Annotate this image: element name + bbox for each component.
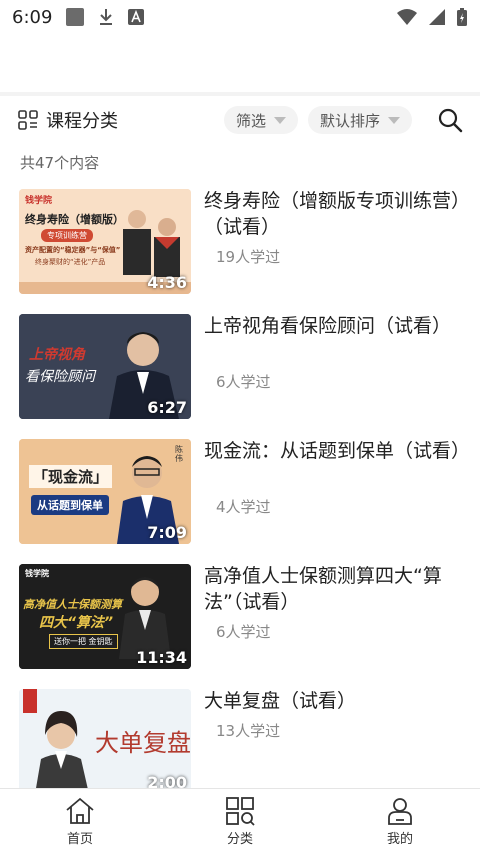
category-toggle[interactable]: 课程分类 bbox=[18, 107, 118, 133]
status-bar: 6:09 bbox=[0, 0, 480, 34]
duration-badge: 7:09 bbox=[147, 523, 187, 542]
thumb-subtitle: 从话题到保单 bbox=[31, 495, 109, 515]
home-icon bbox=[66, 797, 94, 824]
a-icon bbox=[128, 9, 145, 25]
brand-logo: 钱学院 bbox=[25, 569, 49, 578]
list-item[interactable]: 钱学院 高净值人士保额测算 四大“算法” 送你一把 金钥匙 11:34 高净值人… bbox=[0, 561, 480, 686]
result-count: 共47个内容 bbox=[20, 154, 100, 172]
notification-square-icon bbox=[66, 8, 85, 26]
sort-dropdown[interactable]: 默认排序 bbox=[308, 106, 413, 134]
learner-count: 19人学过 bbox=[216, 248, 281, 266]
thumb-tag: 专项训练营 bbox=[41, 229, 93, 242]
duration-badge: 4:36 bbox=[147, 273, 187, 292]
nav-home[interactable]: 首页 bbox=[0, 789, 160, 854]
course-thumbnail: 上帝视角 看保险顾问 6:27 bbox=[19, 314, 191, 419]
course-title[interactable]: 高净值人士保额测算四大“算法”（试看） bbox=[204, 563, 466, 615]
clock: 6:09 bbox=[12, 6, 53, 28]
nav-category[interactable]: 分类 bbox=[160, 789, 320, 854]
thumb-subtitle: 看保险顾问 bbox=[25, 369, 95, 385]
thumb-text: 资产配置的“稳定器”与“保值” bbox=[25, 246, 121, 254]
brand-logo: 钱学院 bbox=[25, 196, 53, 206]
download-icon bbox=[100, 9, 113, 25]
chevron-down-icon bbox=[274, 116, 287, 124]
bottom-nav: 首页 分类 我的 bbox=[0, 788, 480, 854]
learner-count: 6人学过 bbox=[216, 623, 271, 641]
course-list: 钱学院 终身寿险（增额版） 专项训练营 资产配置的“稳定器”与“保值” 终身聚财… bbox=[0, 186, 480, 811]
signal-icon bbox=[429, 9, 445, 25]
course-title[interactable]: 现金流：从话题到保单（试看） bbox=[204, 438, 470, 464]
wifi-icon bbox=[397, 9, 417, 25]
user-icon bbox=[388, 798, 412, 825]
nav-mine-label: 我的 bbox=[386, 832, 413, 847]
thumb-text: 终身聚财的“进化”产品 bbox=[35, 258, 106, 266]
learner-count: 4人学过 bbox=[216, 498, 271, 516]
nav-mine[interactable]: 我的 bbox=[320, 789, 480, 854]
nav-home-label: 首页 bbox=[66, 832, 93, 847]
course-title[interactable]: 大单复盘（试看） bbox=[204, 688, 466, 714]
sort-label: 默认排序 bbox=[320, 111, 381, 130]
duration-badge: 11:34 bbox=[136, 648, 187, 667]
thumb-subtitle: 四大“算法” bbox=[39, 615, 114, 631]
nav-category-label: 分类 bbox=[226, 832, 253, 847]
divider bbox=[0, 92, 480, 96]
thumb-title: 高净值人士保额测算 bbox=[23, 598, 122, 611]
header-blank-area bbox=[0, 34, 480, 94]
course-thumbnail: 钱学院 高净值人士保额测算 四大“算法” 送你一把 金钥匙 11:34 bbox=[19, 564, 191, 669]
thumb-tag: 送你一把 金钥匙 bbox=[49, 634, 118, 649]
thumb-title: 上帝视角 bbox=[29, 347, 85, 363]
thumb-title: 终身寿险（增额版） bbox=[25, 213, 124, 226]
list-item[interactable]: 「现金流」 从话题到保单 陈伟 7:09 现金流：从话题到保单（试看） 4人学过 bbox=[0, 436, 480, 561]
course-thumbnail: 「现金流」 从话题到保单 陈伟 7:09 bbox=[19, 439, 191, 544]
learner-count: 6人学过 bbox=[216, 373, 271, 391]
category-icon bbox=[226, 797, 255, 826]
chevron-down-icon bbox=[388, 116, 401, 124]
thumb-title: 「现金流」 bbox=[29, 465, 113, 488]
course-title[interactable]: 终身寿险（增额版专项训练营）（试看） bbox=[204, 188, 466, 240]
battery-icon bbox=[457, 8, 467, 26]
filter-dropdown[interactable]: 筛选 bbox=[224, 106, 299, 134]
search-icon[interactable] bbox=[436, 106, 464, 134]
list-item[interactable]: 上帝视角 看保险顾问 6:27 上帝视角看保险顾问（试看） 6人学过 bbox=[0, 311, 480, 436]
grid-icon bbox=[18, 110, 38, 130]
course-thumbnail: 钱学院 终身寿险（增额版） 专项训练营 资产配置的“稳定器”与“保值” 终身聚财… bbox=[19, 189, 191, 294]
duration-badge: 6:27 bbox=[147, 398, 187, 417]
thumb-title: 大单复盘 bbox=[95, 729, 191, 757]
category-title: 课程分类 bbox=[46, 111, 118, 132]
filter-label: 筛选 bbox=[236, 111, 267, 130]
course-title[interactable]: 上帝视角看保险顾问（试看） bbox=[204, 313, 466, 339]
thumb-speaker: 陈伟 bbox=[175, 445, 183, 463]
filter-bar: 课程分类 筛选 默认排序 bbox=[0, 98, 480, 142]
list-item[interactable]: 钱学院 终身寿险（增额版） 专项训练营 资产配置的“稳定器”与“保值” 终身聚财… bbox=[0, 186, 480, 311]
course-thumbnail: 大单复盘 2:00 bbox=[19, 689, 191, 794]
learner-count: 13人学过 bbox=[216, 722, 281, 740]
